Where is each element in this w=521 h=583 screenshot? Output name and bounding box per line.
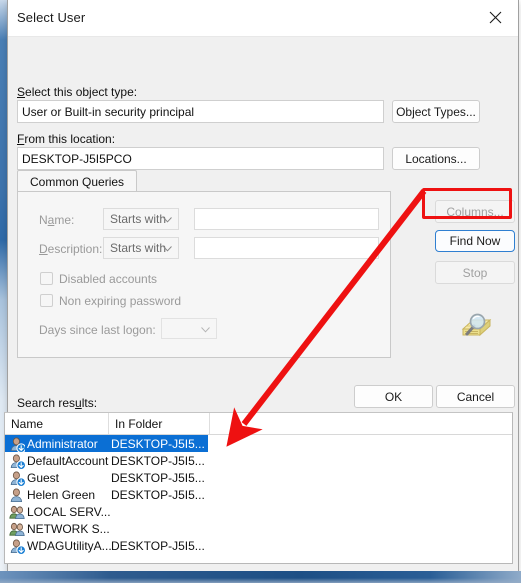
cell-in-folder: DESKTOP-J5I5... — [111, 470, 205, 485]
user-plain-icon — [9, 487, 27, 503]
search-results-label-pre: Search res — [17, 396, 76, 410]
cell-in-folder: DESKTOP-J5I5... — [111, 436, 205, 451]
user-icon — [9, 538, 27, 554]
object-type-label-accel: S — [17, 85, 26, 99]
close-icon[interactable] — [473, 0, 518, 35]
description-value-input[interactable] — [194, 237, 379, 259]
select-user-dialog: Select User Select this object type: Use… — [4, 0, 519, 573]
object-types-button-label: Object Types... — [396, 104, 476, 119]
location-label-rest: rom this location: — [24, 132, 116, 146]
search-results-list[interactable]: Name In Folder Administrator DESKTOP-J5I5… — [4, 412, 513, 564]
cancel-button[interactable]: Cancel — [436, 385, 515, 408]
chevron-down-icon — [163, 241, 172, 255]
user-icon — [9, 470, 27, 486]
search-results-label-accel: u — [75, 396, 82, 410]
cancel-button-label: Cancel — [456, 389, 495, 404]
name-condition-select[interactable]: Starts with — [103, 208, 179, 230]
find-now-button[interactable]: Find Now — [435, 230, 515, 252]
tab-strip: Common Queries — [17, 170, 391, 192]
column-header-name[interactable]: Name — [5, 413, 109, 434]
locations-button-label: Locations... — [405, 151, 467, 166]
table-row[interactable]: LOCAL SERV... — [5, 503, 512, 520]
table-row[interactable]: DefaultAccount DESKTOP-J5I5... — [5, 452, 512, 469]
cell-name: Guest — [27, 470, 60, 485]
group-icon — [9, 504, 27, 520]
name-label-pre: N — [39, 213, 48, 227]
close-glyph — [489, 11, 502, 24]
list-rows: Administrator DESKTOP-J5I5... DefaultAccou… — [5, 435, 512, 554]
window-title: Select User — [17, 10, 86, 25]
description-condition-value: Starts with — [110, 241, 167, 255]
list-header-row: Name In Folder — [5, 413, 512, 435]
days-since-last-logon-select[interactable] — [161, 318, 217, 339]
common-queries-panel: Name: Starts with Description: Starts wi… — [17, 191, 391, 358]
object-types-button[interactable]: Object Types... — [392, 100, 480, 123]
non-expiring-password-checkbox[interactable] — [40, 294, 53, 307]
name-label: Name: — [39, 213, 74, 227]
cell-in-folder: DESKTOP-J5I5... — [111, 487, 205, 502]
cell-name: NETWORK S... — [27, 521, 110, 536]
chevron-down-icon — [201, 322, 210, 336]
table-row[interactable]: Guest DESKTOP-J5I5... — [5, 469, 512, 486]
description-label-accel: D — [39, 242, 48, 256]
find-now-highlight-box — [422, 188, 512, 219]
ok-button-label: OK — [384, 389, 403, 404]
tab-common-queries[interactable]: Common Queries — [17, 170, 138, 192]
find-now-button-label: Find Now — [449, 234, 501, 248]
cell-name: DefaultAccount — [27, 453, 109, 468]
name-condition-value: Starts with — [110, 212, 167, 226]
table-row[interactable]: Administrator DESKTOP-J5I5... — [5, 435, 208, 452]
object-type-input[interactable]: User or Built-in security principal — [17, 100, 384, 123]
stop-button-label: Stop — [462, 265, 488, 280]
ok-button[interactable]: OK — [354, 385, 433, 408]
table-row[interactable]: WDAGUtilityA... DESKTOP-J5I5... — [5, 537, 512, 554]
chevron-down-icon — [163, 212, 172, 226]
title-bar: Select User — [8, 0, 518, 37]
days-since-last-logon-label: Days since last logon: — [39, 323, 156, 337]
cell-in-folder: DESKTOP-J5I5... — [111, 538, 205, 553]
disabled-accounts-checkbox[interactable] — [40, 272, 53, 285]
object-type-label-rest: elect this object type: — [25, 85, 138, 99]
description-condition-select[interactable]: Starts with — [103, 237, 179, 259]
stop-button[interactable]: Stop — [435, 261, 515, 284]
background-window-bottom-shadow — [0, 578, 521, 583]
description-label-post: escription: — [47, 242, 103, 256]
cell-name: LOCAL SERV... — [27, 504, 111, 519]
table-row[interactable]: NETWORK S... — [5, 520, 512, 537]
name-label-post: me: — [54, 213, 75, 227]
group-icon — [9, 521, 27, 537]
non-expiring-password-label: Non expiring password — [59, 294, 182, 308]
cell-name: Administrator — [27, 436, 98, 451]
disabled-accounts-label: Disabled accounts — [59, 272, 158, 286]
location-label: From this location: — [17, 132, 115, 146]
cell-in-folder: DESKTOP-J5I5... — [111, 453, 205, 468]
column-header-in-folder[interactable]: In Folder — [109, 413, 210, 434]
magnifier-folder-icon — [457, 309, 493, 341]
dialog-body: Select this object type: User or Built-i… — [4, 37, 518, 573]
object-type-label: Select this object type: — [17, 85, 137, 99]
name-value-input[interactable] — [194, 208, 379, 230]
table-row[interactable]: Helen Green DESKTOP-J5I5... — [5, 486, 512, 503]
locations-button[interactable]: Locations... — [392, 147, 480, 170]
cell-name: WDAGUtilityA... — [27, 538, 111, 553]
tab-common-queries-label: Common Queries — [30, 174, 125, 189]
search-results-label-post: lts: — [81, 396, 98, 410]
user-icon — [9, 436, 27, 452]
description-label: Description: — [39, 242, 102, 256]
cell-name: Helen Green — [27, 487, 96, 502]
user-icon — [9, 453, 27, 469]
location-input[interactable]: DESKTOP-J5I5PCO — [17, 147, 384, 170]
search-results-label: Search results: — [17, 396, 97, 410]
